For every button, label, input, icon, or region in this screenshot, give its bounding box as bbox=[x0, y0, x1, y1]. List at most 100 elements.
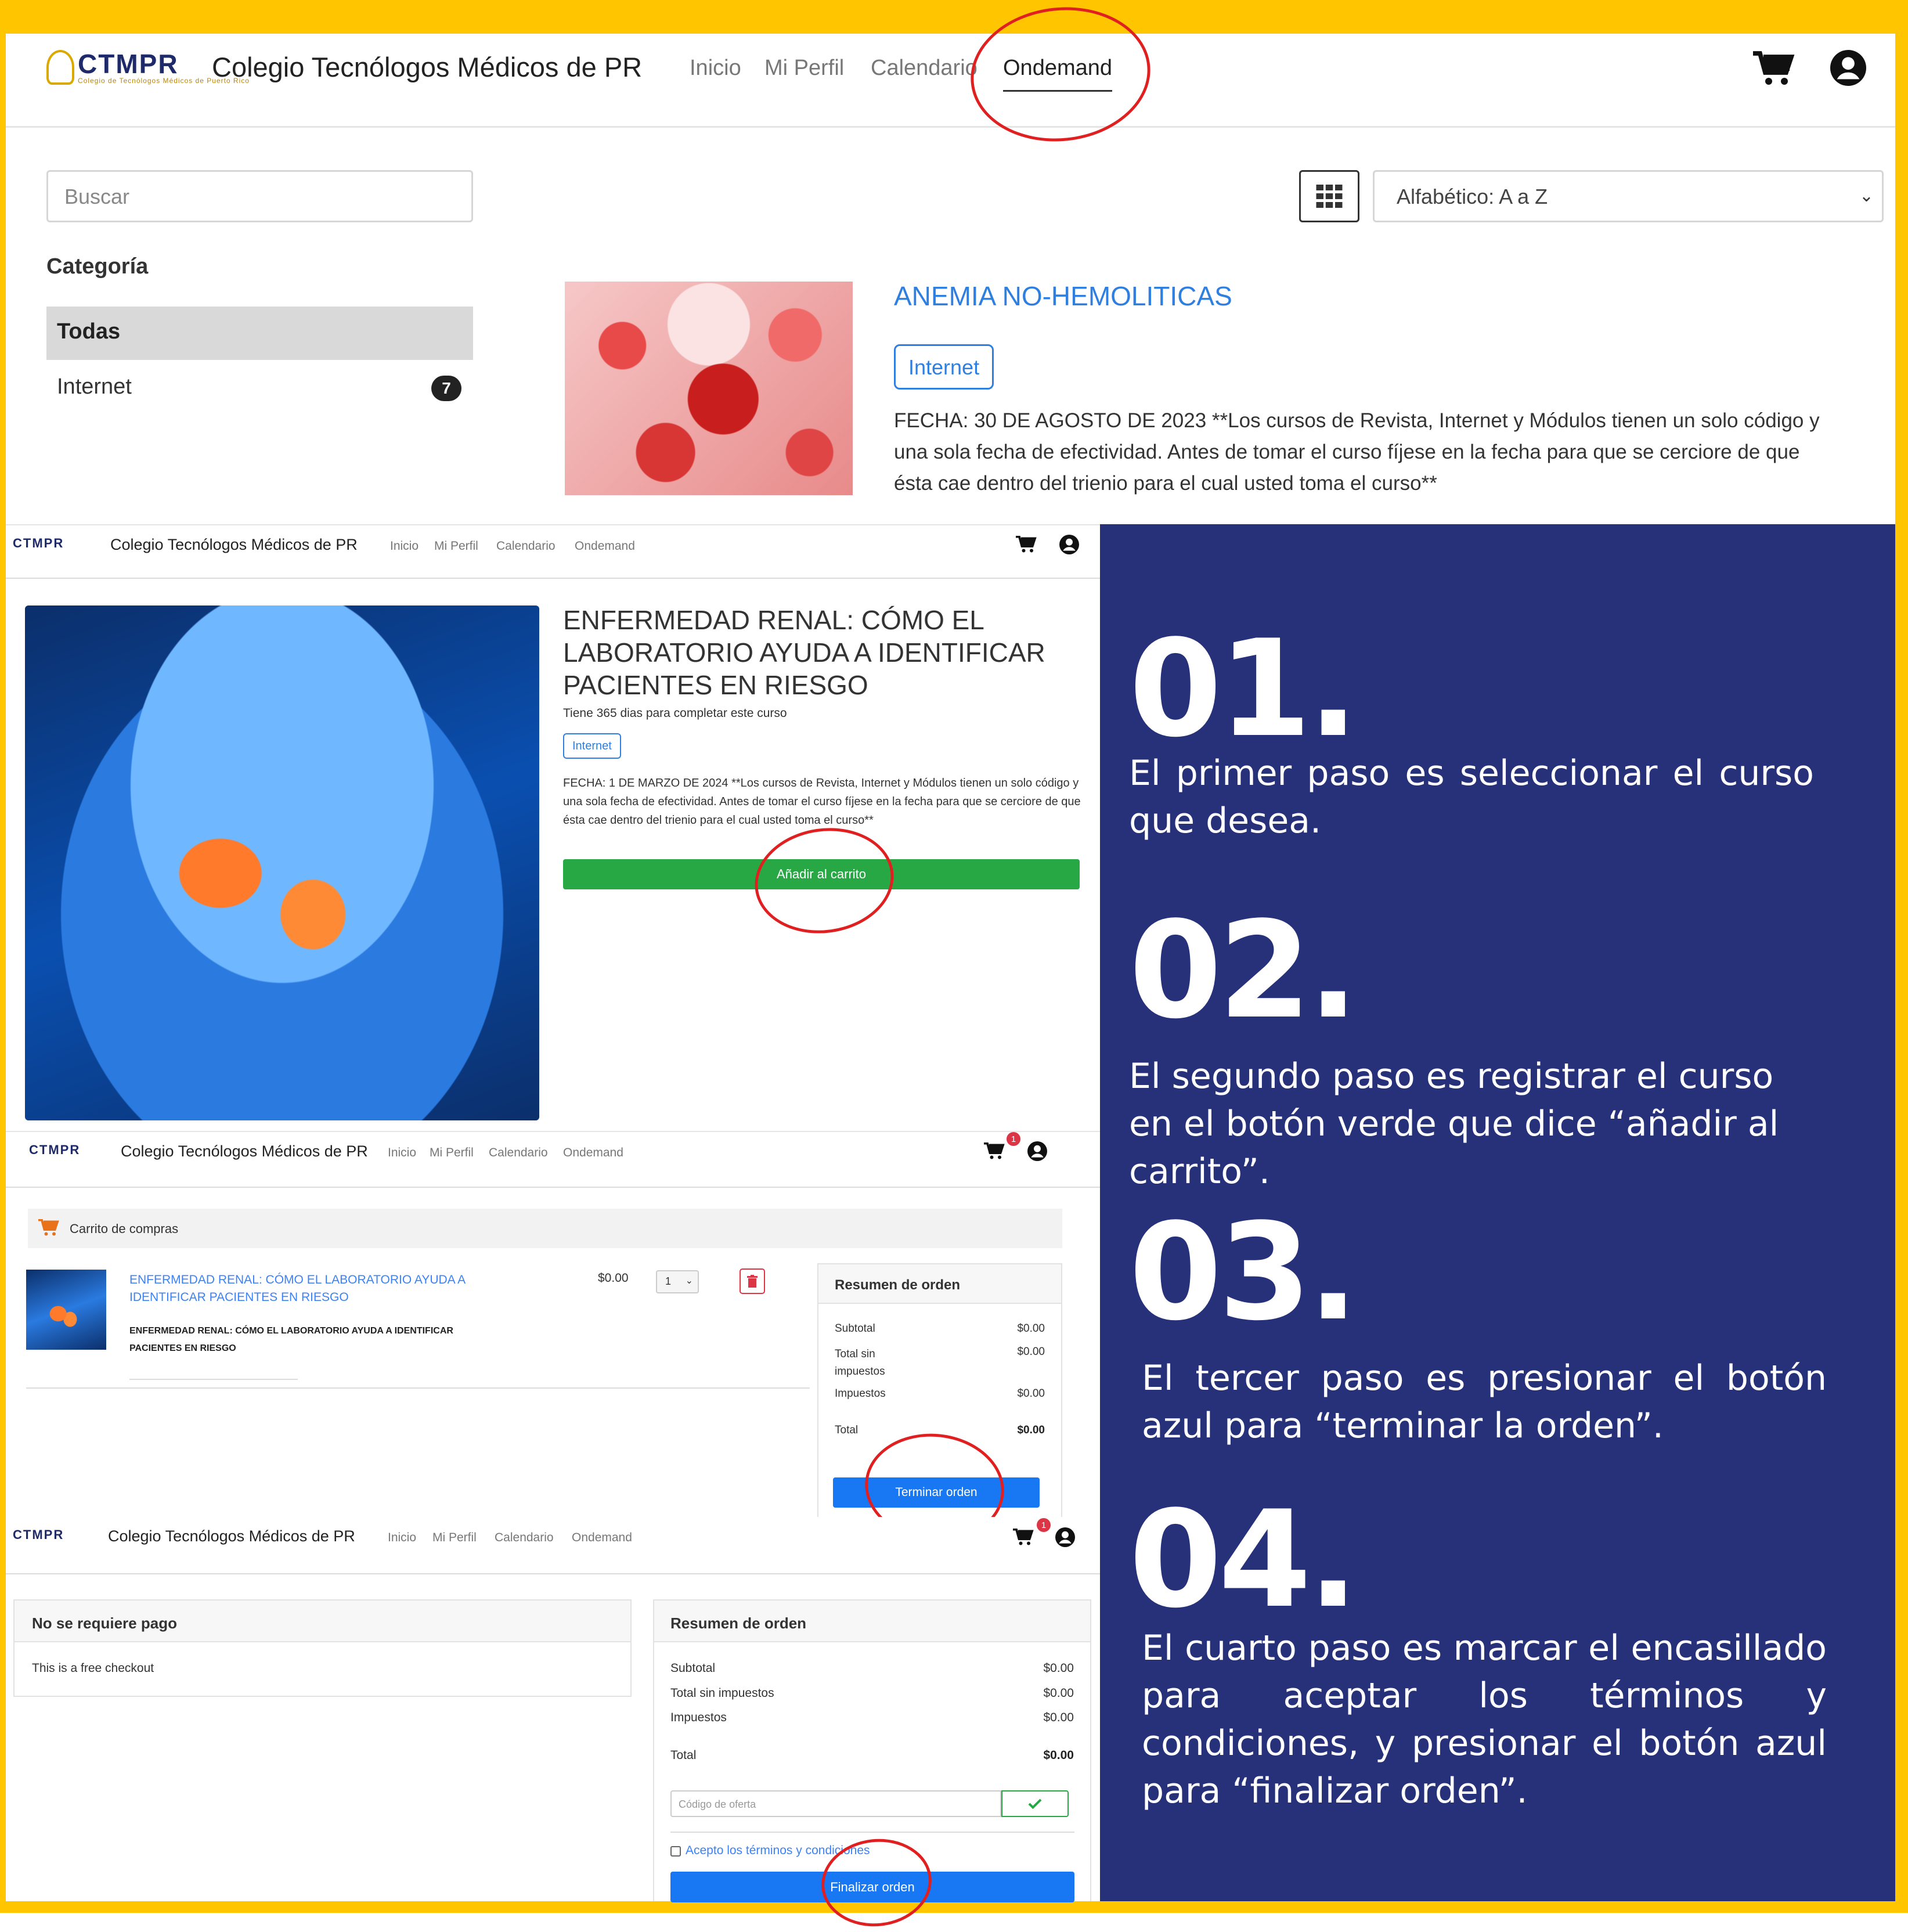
pretax-value: $0.00 bbox=[1043, 1686, 1074, 1700]
quantity-select[interactable]: 1 ⌄ bbox=[656, 1270, 699, 1293]
total-label: Total bbox=[835, 1424, 859, 1436]
nav-mi-perfil[interactable]: Mi Perfil bbox=[430, 1146, 474, 1160]
user-circle-icon[interactable] bbox=[1055, 1527, 1075, 1547]
subtotal-value: $0.00 bbox=[1043, 1661, 1074, 1675]
cart-row-divider bbox=[26, 1387, 810, 1389]
nav-inicio[interactable]: Inicio bbox=[388, 1146, 416, 1160]
chevron-down-icon: ⌄ bbox=[685, 1276, 693, 1286]
user-circle-icon[interactable] bbox=[1059, 535, 1079, 554]
nav-calendario[interactable]: Calendario bbox=[495, 1531, 554, 1545]
category-item-todas[interactable]: Todas bbox=[46, 307, 473, 360]
header-divider bbox=[6, 1187, 1100, 1188]
nav-ondemand[interactable]: Ondemand bbox=[575, 539, 635, 553]
screen-checkout: CTMPR Colegio Tecnólogos Médicos de PR I… bbox=[6, 1517, 1100, 1932]
pretax-label: Total sin impuestos bbox=[670, 1686, 774, 1700]
nav-calendario[interactable]: Calendario bbox=[871, 56, 978, 81]
subtotal-label: Subtotal bbox=[835, 1322, 875, 1335]
nav-mi-perfil[interactable]: Mi Perfil bbox=[764, 56, 844, 81]
cart-icon[interactable] bbox=[1013, 1529, 1034, 1546]
tax-label: Impuestos bbox=[670, 1711, 727, 1724]
step-4-text: El cuarto paso es marcar el encasillado … bbox=[1142, 1628, 1827, 1811]
site-header: CTMPR Colegio de Tecnólogos Médicos de P… bbox=[6, 34, 1895, 128]
cart-heading-bar: Carrito de compras bbox=[28, 1209, 1062, 1248]
remove-item-button[interactable] bbox=[740, 1268, 765, 1294]
site-title[interactable]: Colegio Tecnólogos Médicos de PR bbox=[110, 536, 358, 554]
site-header: CTMPR Colegio Tecnólogos Médicos de PR I… bbox=[6, 525, 1100, 566]
course-description: FECHA: 1 DE MARZO DE 2024 **Los cursos d… bbox=[563, 777, 1081, 827]
cart-count-badge: 1 bbox=[1007, 1132, 1020, 1146]
tax-value: $0.00 bbox=[1017, 1387, 1045, 1400]
cart-item-link[interactable]: ENFERMEDAD RENAL: CÓMO EL LABORATORIO AY… bbox=[129, 1271, 501, 1306]
cart-icon[interactable] bbox=[1016, 536, 1037, 553]
category-item-internet[interactable]: Internet 7 bbox=[46, 362, 473, 415]
coupon-input[interactable]: Código de oferta bbox=[670, 1790, 1001, 1817]
nav-calendario[interactable]: Calendario bbox=[489, 1146, 548, 1160]
screen-course-detail: CTMPR Colegio Tecnólogos Médicos de PR I… bbox=[6, 524, 1100, 1131]
site-title[interactable]: Colegio Tecnólogos Médicos de PR bbox=[108, 1527, 355, 1545]
site-logo[interactable]: CTMPR bbox=[13, 1527, 64, 1542]
nav-mi-perfil[interactable]: Mi Perfil bbox=[432, 1531, 477, 1545]
order-summary-heading: Resumen de orden bbox=[654, 1601, 1090, 1642]
search-input[interactable]: Buscar bbox=[46, 170, 473, 222]
step-1-number: 01. bbox=[1129, 612, 1358, 767]
course-title-link[interactable]: ANEMIA NO-HEMOLITICAS bbox=[894, 280, 1232, 312]
category-label: Internet bbox=[57, 374, 132, 399]
site-title[interactable]: Colegio Tecnólogos Médicos de PR bbox=[121, 1142, 368, 1160]
logo-emblem-icon bbox=[46, 50, 74, 85]
nav-calendario[interactable]: Calendario bbox=[496, 539, 556, 553]
step-1-text: El primer paso es seleccionar el curso q… bbox=[1129, 753, 1814, 841]
grid-view-button[interactable] bbox=[1299, 170, 1359, 222]
cart-icon[interactable] bbox=[1753, 51, 1795, 87]
left-accent-bar bbox=[0, 0, 6, 1913]
screen-cart: CTMPR Colegio Tecnólogos Médicos de PR I… bbox=[6, 1131, 1100, 1549]
site-logo[interactable]: CTMPR bbox=[29, 1142, 80, 1158]
nav-inicio[interactable]: Inicio bbox=[390, 539, 419, 553]
cart-item-underline bbox=[129, 1379, 298, 1380]
course-thumbnail-blood-cells[interactable] bbox=[565, 282, 853, 495]
course-tag-internet[interactable]: Internet bbox=[563, 733, 621, 759]
site-header: CTMPR Colegio Tecnólogos Médicos de PR I… bbox=[6, 1517, 1100, 1569]
right-accent-bar bbox=[1895, 0, 1908, 1913]
site-title[interactable]: Colegio Tecnólogos Médicos de PR bbox=[212, 51, 642, 83]
cart-icon[interactable] bbox=[984, 1142, 1005, 1160]
site-header: CTMPR Colegio Tecnólogos Médicos de PR I… bbox=[6, 1132, 1100, 1184]
user-circle-icon[interactable] bbox=[1027, 1141, 1047, 1161]
nav-ondemand[interactable]: Ondemand bbox=[572, 1531, 632, 1545]
cart-item-thumbnail[interactable] bbox=[26, 1270, 106, 1350]
cart-icon bbox=[38, 1219, 59, 1237]
subtotal-label: Subtotal bbox=[670, 1661, 716, 1675]
sort-select[interactable]: Alfabético: A a Z ⌄ bbox=[1373, 170, 1884, 222]
step-3-text: El tercer paso es presionar el botón azu… bbox=[1142, 1358, 1827, 1446]
order-summary-heading: Resumen de orden bbox=[818, 1264, 1061, 1304]
step-2-text: El segundo paso es registrar el curso en… bbox=[1129, 1056, 1779, 1192]
chevron-down-icon: ⌄ bbox=[1859, 186, 1874, 206]
logo-text: CTMPR bbox=[29, 1142, 81, 1157]
screen-catalog: CTMPR Colegio de Tecnólogos Médicos de P… bbox=[6, 0, 1895, 524]
cart-heading: Carrito de compras bbox=[70, 1221, 179, 1236]
header-divider bbox=[6, 1573, 1100, 1574]
pretax-value: $0.00 bbox=[1017, 1346, 1045, 1358]
apply-coupon-button[interactable] bbox=[1001, 1790, 1069, 1817]
cart-item-price: $0.00 bbox=[598, 1271, 629, 1285]
user-circle-icon[interactable] bbox=[1830, 50, 1866, 86]
course-title: ENFERMEDAD RENAL: CÓMO EL LABORATORIO AY… bbox=[563, 605, 1045, 700]
total-value: $0.00 bbox=[1043, 1749, 1074, 1762]
days-note: Tiene 365 dias para completar este curso bbox=[563, 707, 787, 720]
trash-icon bbox=[747, 1275, 758, 1288]
nav-inicio[interactable]: Inicio bbox=[690, 56, 741, 81]
course-tag-internet[interactable]: Internet bbox=[894, 344, 994, 390]
logo-text: CTMPR bbox=[13, 536, 64, 550]
quantity-value: 1 bbox=[665, 1275, 672, 1287]
step-4-number: 04. bbox=[1129, 1483, 1358, 1638]
annotation-circle-add-to-cart bbox=[748, 819, 901, 942]
terms-checkbox[interactable] bbox=[670, 1846, 681, 1857]
cart-item-name: ENFERMEDAD RENAL: CÓMO EL LABORATORIO AY… bbox=[129, 1326, 453, 1353]
site-logo[interactable]: CTMPR bbox=[13, 536, 64, 551]
nav-mi-perfil[interactable]: Mi Perfil bbox=[434, 539, 478, 553]
nav-inicio[interactable]: Inicio bbox=[388, 1531, 416, 1545]
bottom-accent-bar bbox=[0, 1901, 1908, 1913]
logo-text: CTMPR bbox=[13, 1527, 64, 1542]
nav-ondemand[interactable]: Ondemand bbox=[563, 1146, 623, 1160]
check-icon bbox=[1028, 1798, 1042, 1809]
sort-select-value: Alfabético: A a Z bbox=[1397, 185, 1548, 208]
